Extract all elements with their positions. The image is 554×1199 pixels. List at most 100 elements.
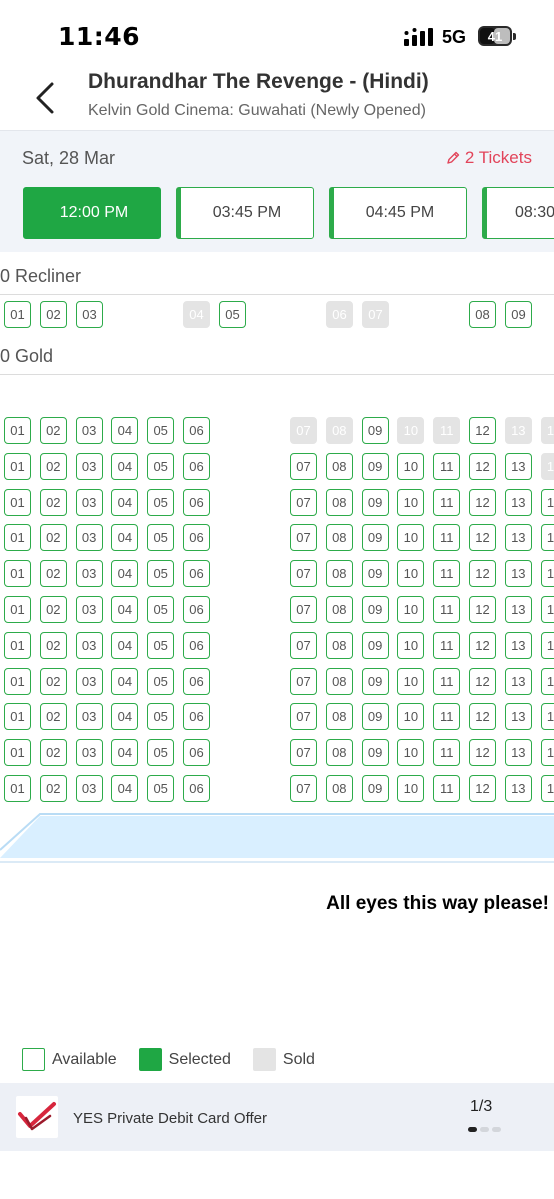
showtimes-scroller[interactable]: 12:00 PM 03:45 PM 04:45 PM 08:30: [0, 187, 554, 243]
seat[interactable]: 06: [183, 452, 210, 480]
seat[interactable]: 07: [290, 703, 317, 731]
seat[interactable]: 02: [39, 488, 67, 516]
seat[interactable]: 12: [469, 631, 496, 659]
seat[interactable]: 10: [397, 703, 425, 731]
seat[interactable]: 13: [504, 703, 532, 731]
seat-map[interactable]: 00 Recliner 01 02 03 04 05 06 07 08 09 00 Gold 0…: [0, 252, 554, 884]
seat[interactable]: 08: [325, 703, 353, 731]
seat[interactable]: 03: [75, 524, 103, 552]
seat[interactable]: 05: [147, 417, 175, 444]
seat[interactable]: 08: [325, 596, 353, 623]
seat[interactable]: 02: [39, 524, 67, 552]
seat[interactable]: 13: [504, 488, 532, 516]
showtime-0445pm[interactable]: 04:45 PM: [329, 187, 467, 239]
seat[interactable]: 07: [290, 631, 317, 659]
seat[interactable]: 04: [111, 452, 139, 480]
seat[interactable]: 14: [540, 560, 554, 588]
showtime-0345pm[interactable]: 03:45 PM: [176, 187, 314, 239]
seat[interactable]: 01: [4, 631, 31, 659]
seat[interactable]: 04: [111, 703, 139, 731]
seat[interactable]: 03: [76, 301, 103, 328]
seat[interactable]: 05: [147, 739, 175, 767]
seat[interactable]: 03: [75, 488, 103, 516]
seat[interactable]: 14: [540, 631, 554, 659]
showtime-1200pm[interactable]: 12:00 PM: [23, 187, 161, 239]
seat[interactable]: 12: [469, 560, 496, 588]
seat[interactable]: 05: [147, 452, 175, 480]
seat[interactable]: 14: [540, 667, 554, 695]
seat[interactable]: 07: [290, 524, 317, 552]
seat[interactable]: 04: [111, 739, 139, 767]
seat[interactable]: 07: [290, 667, 317, 695]
seat[interactable]: 05: [147, 596, 175, 623]
seat[interactable]: 02: [39, 631, 67, 659]
seat[interactable]: 06: [183, 560, 210, 588]
seat[interactable]: 03: [75, 596, 103, 623]
seat[interactable]: 02: [39, 703, 67, 731]
seat[interactable]: 10: [397, 524, 425, 552]
seat[interactable]: 09: [361, 775, 389, 802]
seat[interactable]: 12: [469, 596, 496, 623]
tickets-button[interactable]: 2 Tickets: [445, 148, 532, 168]
seat[interactable]: 01: [4, 703, 31, 731]
seat[interactable]: 02: [39, 452, 67, 480]
seat[interactable]: 07: [290, 775, 317, 802]
seat[interactable]: 01: [4, 667, 31, 695]
seat[interactable]: 04: [111, 524, 139, 552]
seat[interactable]: 06: [183, 524, 210, 552]
seat[interactable]: 03: [75, 631, 103, 659]
seat[interactable]: 05: [147, 560, 175, 588]
seat[interactable]: 05: [219, 301, 246, 328]
seat[interactable]: 01: [4, 524, 31, 552]
seat[interactable]: 14: [540, 488, 554, 516]
offer-banner[interactable]: YES Private Debit Card Offer 1/3: [0, 1083, 554, 1151]
seat[interactable]: 10: [397, 667, 425, 695]
seat[interactable]: 09: [361, 452, 389, 480]
seat[interactable]: 04: [111, 775, 139, 802]
seat[interactable]: 13: [504, 596, 532, 623]
seat[interactable]: 12: [469, 739, 496, 767]
seat[interactable]: 11: [433, 488, 461, 516]
seat[interactable]: 08: [325, 667, 353, 695]
seat[interactable]: 09: [361, 596, 389, 623]
seat[interactable]: 02: [39, 667, 67, 695]
seat[interactable]: 04: [111, 596, 139, 623]
seat[interactable]: 09: [361, 739, 389, 767]
seat[interactable]: 06: [183, 703, 210, 731]
seat[interactable]: 11: [433, 631, 461, 659]
seat[interactable]: 07: [290, 488, 317, 516]
seat[interactable]: 14: [540, 596, 554, 623]
seat[interactable]: 13: [504, 452, 532, 480]
seat[interactable]: 04: [111, 417, 139, 444]
carousel-dot[interactable]: [492, 1127, 501, 1132]
seat[interactable]: 11: [433, 739, 461, 767]
seat[interactable]: 11: [433, 560, 461, 588]
seat[interactable]: 09: [505, 301, 532, 328]
seat[interactable]: 08: [325, 488, 353, 516]
seat[interactable]: 05: [147, 703, 175, 731]
seat[interactable]: 03: [75, 775, 103, 802]
seat[interactable]: 12: [469, 703, 496, 731]
carousel-dot[interactable]: [468, 1127, 477, 1132]
seat[interactable]: 01: [4, 488, 31, 516]
seat[interactable]: 10: [397, 452, 425, 480]
seat[interactable]: 05: [147, 524, 175, 552]
seat[interactable]: 13: [504, 667, 532, 695]
seat[interactable]: 08: [325, 452, 353, 480]
seat[interactable]: 06: [183, 667, 210, 695]
seat[interactable]: 09: [361, 417, 389, 444]
seat[interactable]: 06: [183, 417, 210, 444]
seat[interactable]: 08: [325, 631, 353, 659]
seat[interactable]: 11: [433, 703, 461, 731]
seat[interactable]: 10: [397, 631, 425, 659]
seat[interactable]: 01: [4, 301, 31, 328]
seat[interactable]: 09: [361, 488, 389, 516]
seat[interactable]: 03: [75, 560, 103, 588]
seat[interactable]: 06: [183, 631, 210, 659]
seat[interactable]: 01: [4, 775, 31, 802]
seat[interactable]: 11: [433, 524, 461, 552]
seat[interactable]: 10: [397, 596, 425, 623]
seat[interactable]: 03: [75, 667, 103, 695]
seat[interactable]: 08: [325, 739, 353, 767]
carousel-dot[interactable]: [480, 1127, 489, 1132]
